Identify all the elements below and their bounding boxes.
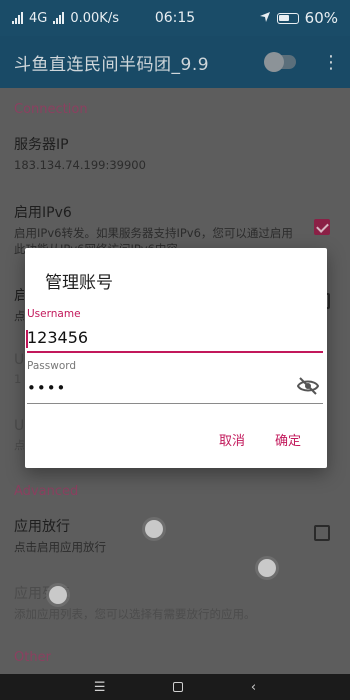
pref-summary: 183.134.74.199:39900 [14, 158, 146, 172]
pref-title: U [14, 418, 24, 434]
pref-summary: 点 [14, 438, 24, 452]
username-underline [27, 351, 323, 353]
pref-title: 启 [14, 288, 24, 304]
pref-summary: 添加应用列表，您可以选择有需要放行的应用。 [14, 607, 256, 621]
ipv6-checkbox[interactable] [314, 219, 330, 235]
cancel-button[interactable]: 取消 [219, 430, 245, 449]
password-underline [27, 403, 323, 404]
account-dialog: 管理账号 Username 123456 Password •••• 取消 确定 [25, 248, 327, 468]
battery-level: 60% [304, 9, 338, 27]
touch-indicator [49, 586, 67, 604]
password-label: Password [27, 360, 77, 372]
pref-title: 服务器IP [14, 137, 69, 153]
pref-title: 应用放行 [14, 519, 70, 535]
pref-summary: 1 [14, 372, 22, 386]
battery-icon [276, 12, 299, 24]
section-other: Other [14, 650, 51, 665]
status-right: 60% [259, 9, 338, 27]
pref-title: U [14, 352, 24, 368]
pref-hidden-3[interactable]: U 点 [14, 418, 24, 453]
text-caret [26, 329, 28, 348]
username-value: 123456 [27, 328, 89, 347]
location-icon [259, 9, 271, 27]
back-icon[interactable]: ‹ [251, 680, 256, 695]
app-title: 斗鱼直连民间半码团_9.9 [14, 54, 210, 75]
section-advanced: Advanced [14, 484, 79, 499]
network-speed: 0.00K/s [70, 10, 119, 26]
section-connection: Connection [14, 102, 88, 117]
ok-button[interactable]: 确定 [275, 430, 301, 449]
menu-icon[interactable]: ☰ [94, 680, 106, 695]
touch-indicator [258, 559, 276, 577]
username-input[interactable]: 123456 [26, 328, 89, 348]
pref-title: 启用IPv6 [14, 205, 72, 221]
app-allow-checkbox[interactable] [314, 525, 330, 541]
status-bar: 4G 0.00K/s 06:15 60% [0, 0, 350, 36]
home-icon[interactable] [173, 682, 184, 692]
signal-icon [12, 12, 23, 24]
pref-hidden-2[interactable]: U 1 [14, 352, 24, 387]
username-label: Username [27, 308, 81, 320]
pref-summary: 点击启用应用放行 [14, 540, 106, 554]
pref-server-ip[interactable]: 服务器IP 183.134.74.199:39900 [14, 134, 314, 173]
pref-hidden-1[interactable]: 启 点 [14, 285, 24, 324]
navigation-bar: ☰ ‹ [0, 674, 350, 700]
pref-summary: 点 [14, 309, 24, 323]
more-options-icon[interactable]: ⋮ [322, 52, 340, 73]
status-left: 4G 0.00K/s [12, 11, 162, 26]
visibility-off-icon[interactable] [296, 377, 320, 395]
password-input[interactable]: •••• [27, 379, 66, 397]
dialog-title: 管理账号 [45, 273, 113, 293]
pref-app-allow[interactable]: 应用放行 点击启用应用放行 [14, 516, 314, 555]
vpn-toggle[interactable] [264, 52, 296, 72]
touch-indicator [145, 520, 163, 538]
signal-icon-2 [53, 12, 65, 24]
network-type: 4G [29, 10, 48, 26]
app-bar: 斗鱼直连民间半码团_9.9 ⋮ [0, 36, 350, 88]
